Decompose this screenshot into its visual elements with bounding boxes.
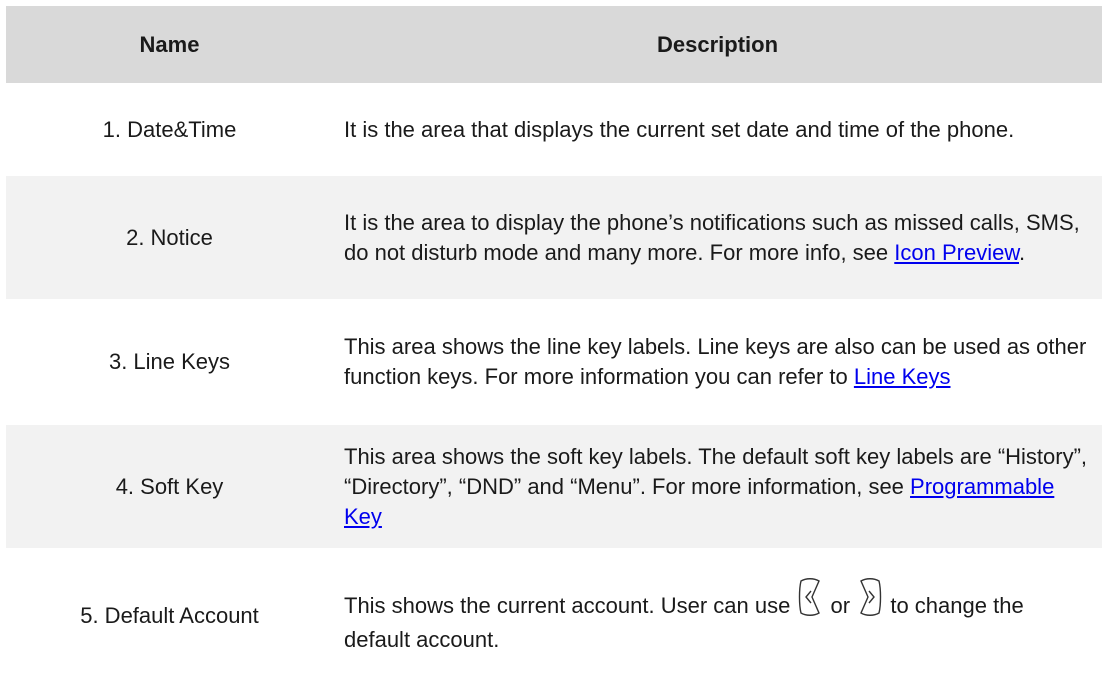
- table-row: 3. Line Keys This area shows the line ke…: [6, 299, 1102, 424]
- table-row: 1. Date&Time It is the area that display…: [6, 83, 1102, 175]
- description-text: This shows the current account. User can…: [344, 592, 797, 618]
- right-navigation-key-icon: [858, 577, 882, 625]
- header-name: Name: [6, 6, 333, 84]
- description-text: .: [1019, 239, 1026, 265]
- line-keys-link[interactable]: Line Keys: [854, 364, 951, 389]
- table-row: 4. Soft Key This area shows the soft key…: [6, 423, 1102, 549]
- description-text: This area shows the line key labels. Lin…: [344, 334, 1087, 389]
- row-name: 1. Date&Time: [6, 83, 333, 175]
- row-description: This area shows the line key labels. Lin…: [333, 299, 1102, 424]
- row-description: This shows the current account. User can…: [333, 548, 1102, 681]
- table-row: 2. Notice It is the area to display the …: [6, 174, 1102, 300]
- row-description: It is the area that displays the current…: [333, 83, 1102, 175]
- description-table: Name Description 1. Date&Time It is the …: [6, 6, 1102, 681]
- row-description: This area shows the soft key labels. The…: [333, 423, 1102, 549]
- left-navigation-key-icon: [798, 577, 822, 625]
- row-name: 2. Notice: [6, 174, 333, 300]
- table-header-row: Name Description: [6, 6, 1102, 84]
- table-row: 5. Default Account This shows the curren…: [6, 548, 1102, 681]
- header-description: Description: [333, 6, 1102, 84]
- row-description: It is the area to display the phone’s no…: [333, 174, 1102, 300]
- row-name: 3. Line Keys: [6, 299, 333, 424]
- description-text: or: [824, 592, 857, 618]
- row-name: 5. Default Account: [6, 548, 333, 681]
- row-name: 4. Soft Key: [6, 423, 333, 549]
- icon-preview-link[interactable]: Icon Preview: [894, 240, 1019, 265]
